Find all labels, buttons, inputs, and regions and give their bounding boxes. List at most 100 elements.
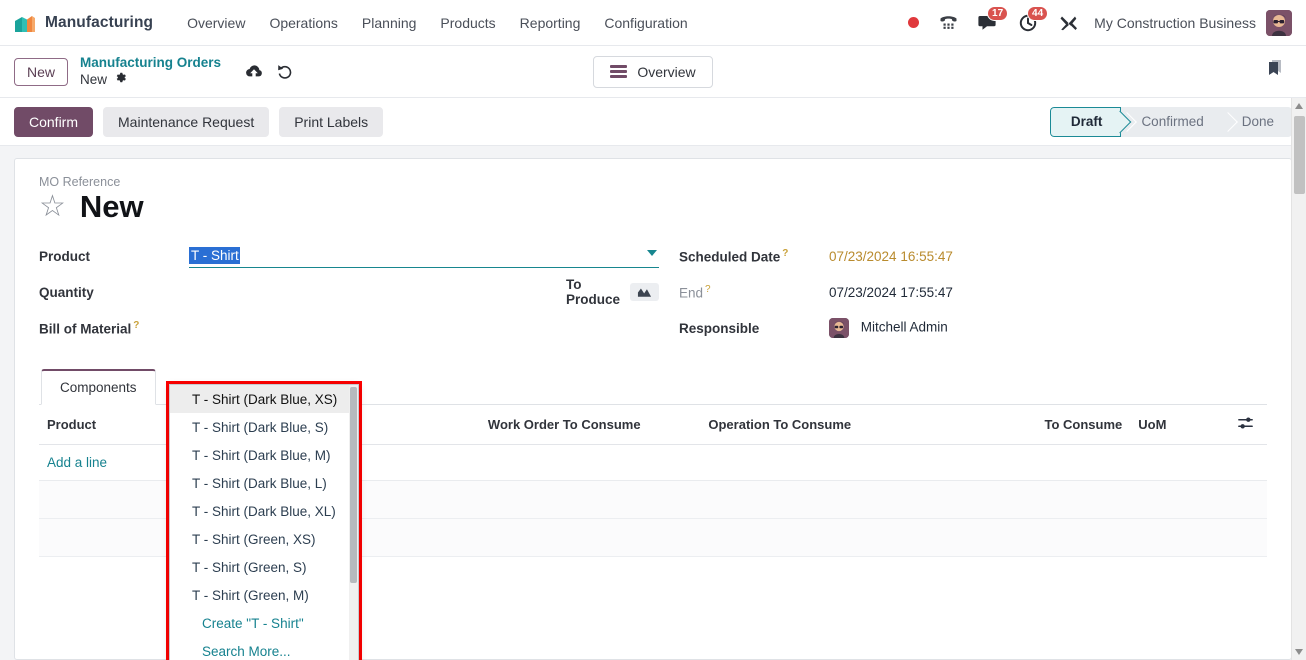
add-a-line-link[interactable]: Add a line <box>47 455 107 470</box>
autocomplete-option[interactable]: T - Shirt (Dark Blue, M) <box>170 441 358 469</box>
quantity-label: Quantity <box>39 284 94 300</box>
breadcrumb-current: New <box>80 71 108 87</box>
optional-columns-toggle[interactable] <box>1229 405 1267 445</box>
to-produce-label: To Produce <box>565 277 620 307</box>
menu-configuration[interactable]: Configuration <box>592 9 699 37</box>
product-field[interactable]: T - Shirt <box>189 245 659 268</box>
th-operation-to-consume[interactable]: Operation To Consume <box>700 405 1010 445</box>
avatar[interactable] <box>1266 9 1292 36</box>
th-to-consume[interactable]: To Consume <box>1009 405 1131 445</box>
autocomplete-option[interactable]: T - Shirt (Dark Blue, L) <box>170 469 358 497</box>
help-icon[interactable]: ? <box>133 320 139 331</box>
autocomplete-search-more-option[interactable]: Search More... <box>170 637 358 660</box>
control-panel: New Manufacturing Orders New Overview <box>0 46 1306 98</box>
field-quantity-row: Quantity To Produce <box>39 274 659 310</box>
autocomplete-create-option[interactable]: Create "T - Shirt" <box>170 609 358 637</box>
menu-overview[interactable]: Overview <box>175 9 257 37</box>
mo-reference-label: MO Reference <box>39 175 121 189</box>
autocomplete-option[interactable]: T - Shirt (Green, XS) <box>170 525 358 553</box>
menu-operations[interactable]: Operations <box>257 9 349 37</box>
print-labels-button[interactable]: Print Labels <box>279 106 384 137</box>
form-column-right: Scheduled Date? 07/23/2024 16:55:47 End?… <box>659 238 1267 346</box>
responsible-value-wrap[interactable]: Mitchell Admin <box>829 318 948 338</box>
product-input[interactable]: T - Shirt <box>189 245 659 268</box>
scheduled-date-value[interactable]: 07/23/2024 16:55:47 <box>829 249 953 264</box>
manufacturing-app-icon <box>14 13 36 33</box>
main-menu: Overview Operations Planning Products Re… <box>175 9 700 37</box>
product-autocomplete-dropdown[interactable]: T - Shirt (Dark Blue, XS) T - Shirt (Dar… <box>169 384 359 660</box>
app-brand[interactable]: Manufacturing <box>14 13 153 33</box>
company-switcher[interactable]: My Construction Business <box>1088 15 1266 31</box>
gear-icon[interactable] <box>114 71 127 88</box>
form-status-bar: Confirm Maintenance Request Print Labels… <box>0 98 1306 146</box>
messages-counter: 17 <box>987 5 1009 21</box>
title-row: ☆ New <box>39 191 1267 222</box>
scheduled-date-label-text: Scheduled Date <box>679 249 781 265</box>
scrollbar-thumb[interactable] <box>1294 116 1305 194</box>
help-icon[interactable]: ? <box>705 284 711 295</box>
field-product-row: Product T - Shirt <box>39 238 659 274</box>
activities-menu[interactable]: 44 <box>1009 5 1049 38</box>
scheduled-date-label: Scheduled Date? <box>679 248 829 265</box>
annotation-highlight-box: T - Shirt (Dark Blue, XS) T - Shirt (Dar… <box>166 381 362 660</box>
app-name: Manufacturing <box>45 13 154 31</box>
tools-icon[interactable] <box>1049 8 1088 38</box>
scroll-down-arrow-icon[interactable] <box>1295 649 1303 655</box>
phone-dialpad-icon[interactable] <box>929 8 968 38</box>
stage-draft[interactable]: Draft <box>1049 106 1122 137</box>
area-chart-icon[interactable] <box>630 283 659 301</box>
th-uom[interactable]: UoM <box>1130 405 1230 445</box>
autocomplete-option[interactable]: T - Shirt (Dark Blue, S) <box>170 413 358 441</box>
stage-statusbar: Draft Confirmed Done <box>1049 106 1292 137</box>
autocomplete-option[interactable]: T - Shirt (Green, M) <box>170 581 358 609</box>
menu-reporting[interactable]: Reporting <box>508 9 593 37</box>
new-button[interactable]: New <box>14 57 69 86</box>
record-dot-icon[interactable] <box>898 8 929 38</box>
th-work-order-to-consume[interactable]: Work Order To Consume <box>479 405 701 445</box>
content-area: Confirm Maintenance Request Print Labels… <box>0 98 1306 660</box>
autocomplete-list: T - Shirt (Dark Blue, XS) T - Shirt (Dar… <box>170 385 358 660</box>
breadcrumb-current-wrap: New <box>80 71 221 88</box>
dropdown-scrollbar-thumb[interactable] <box>350 387 357 583</box>
menu-planning[interactable]: Planning <box>350 9 429 37</box>
dropdown-scrollbar[interactable] <box>349 385 358 660</box>
breadcrumb-parent[interactable]: Manufacturing Orders <box>80 55 221 71</box>
bom-label-text: Bill of Material <box>39 321 132 337</box>
scroll-up-arrow-icon[interactable] <box>1295 103 1303 109</box>
confirm-button[interactable]: Confirm <box>14 106 94 137</box>
field-responsible-row: Responsible Mitchell Admin <box>679 310 1267 346</box>
chevron-down-icon[interactable] <box>647 249 657 256</box>
to-produce-group: To Produce <box>566 277 659 307</box>
page-title: New <box>79 189 144 224</box>
autocomplete-option[interactable]: T - Shirt (Dark Blue, XS) <box>170 385 358 413</box>
cloud-upload-icon[interactable] <box>245 64 263 79</box>
stage-done[interactable]: Done <box>1222 107 1292 137</box>
menu-products[interactable]: Products <box>428 9 507 37</box>
end-value[interactable]: 07/23/2024 17:55:47 <box>829 285 953 300</box>
bookmark-icon[interactable] <box>1264 58 1286 85</box>
systray: 17 44 My Construction Business <box>898 5 1292 38</box>
end-label-text: End <box>679 285 704 301</box>
control-panel-right <box>1264 58 1292 85</box>
stage-confirmed[interactable]: Confirmed <box>1121 107 1221 137</box>
page-scrollbar[interactable] <box>1291 98 1306 660</box>
responsible-avatar <box>829 318 849 338</box>
responsible-name: Mitchell Admin <box>860 319 948 335</box>
tab-components[interactable]: Components <box>41 369 156 405</box>
autocomplete-option[interactable]: T - Shirt (Green, S) <box>170 553 358 581</box>
product-label: Product <box>39 248 91 264</box>
help-icon[interactable]: ? <box>782 248 788 259</box>
autocomplete-option[interactable]: T - Shirt (Dark Blue, XL) <box>170 497 358 525</box>
overview-button[interactable]: Overview <box>593 55 713 88</box>
star-icon[interactable]: ☆ <box>39 191 66 222</box>
field-scheduled-date-row: Scheduled Date? 07/23/2024 16:55:47 <box>679 238 1267 274</box>
responsible-label: Responsible <box>679 320 760 336</box>
undo-icon[interactable] <box>277 64 294 79</box>
form-columns: Product T - Shirt Quantity To Produce Bi… <box>39 238 1267 346</box>
top-navbar: Manufacturing Overview Operations Planni… <box>0 0 1306 46</box>
breadcrumb: Manufacturing Orders New <box>80 55 221 87</box>
activities-counter: 44 <box>1027 5 1049 21</box>
list-icon <box>610 65 628 78</box>
maintenance-request-button[interactable]: Maintenance Request <box>103 106 270 137</box>
messages-menu[interactable]: 17 <box>968 5 1009 38</box>
